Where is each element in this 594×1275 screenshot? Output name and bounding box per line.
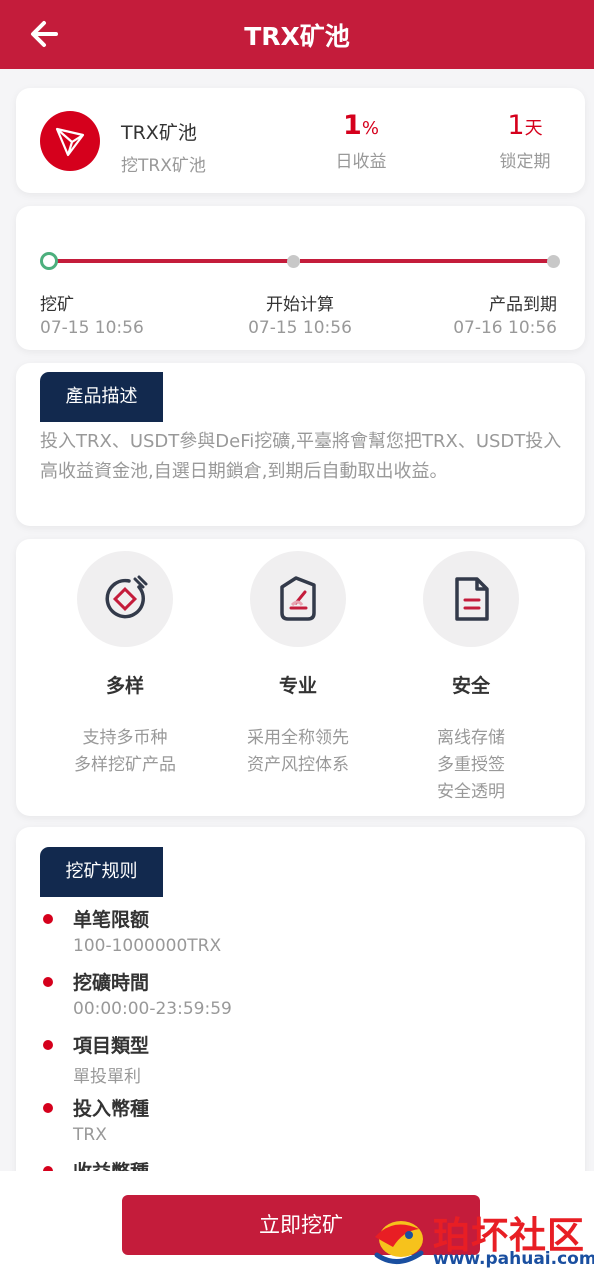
timeline-segment-1 [56,259,290,263]
rule-value: 100-1000000TRX [73,936,222,956]
features-card: 多样 支持多币种 多样挖矿产品 专业 采用全称领先 资产风控体系 安全 离线存储… [16,539,585,816]
bullet-dot-icon [43,977,53,987]
feature-security: 安全 离线存储 多重授签 安全透明 [391,551,551,806]
timeline-calc-time: 07-15 10:56 [248,318,352,338]
rule-title: 单笔限额 [73,909,150,931]
feature-security-title: 安全 [451,675,490,697]
daily-rate-stat: 1% 日收益 [301,110,421,172]
feature-security-line-1: 离线存储 [437,728,505,748]
description-text: 投入TRX、USDT參與DeFi挖礦,平臺將會幫您把TRX、USDT投入高收益資… [40,431,562,482]
timeline-segment-2 [300,259,550,263]
timeline-expire-dot [547,255,560,268]
site-watermark: 珀坏社区 www.pahuai.com [363,1205,594,1273]
mining-rules-card: 挖矿规则 单笔限额 100-1000000TRX 挖礦時間 00:00:00-2… [16,827,585,1197]
description-tag: 產品描述 [40,372,163,422]
timeline-calc-label: 开始计算 [266,295,334,315]
pool-subtitle: 挖TRX矿池 [121,156,206,176]
feature-professional-line-2: 资产风控体系 [247,755,349,775]
rules-tag: 挖矿规则 [40,847,163,897]
rule-title: 項目類型 [73,1035,150,1057]
feature-professional-desc: 采用全称领先 资产风控体系 [218,725,378,779]
timeline-expire-time: 07-16 10:56 [453,318,557,338]
daily-rate-unit: % [361,118,379,139]
timeline-start-time: 07-15 10:56 [40,318,144,338]
shield-icon [250,551,346,647]
feature-security-line-3: 安全透明 [437,782,505,802]
feature-professional-title: 专业 [278,675,317,697]
rule-value: TRX [73,1125,107,1145]
rule-title: 挖礦時間 [73,972,150,994]
document-icon [423,551,519,647]
feature-variety-desc: 支持多币种 多样挖矿产品 [45,725,205,779]
product-description-card: 產品描述 投入TRX、USDT參與DeFi挖礦,平臺將會幫您把TRX、USDT投… [16,363,585,526]
feature-variety-line-2: 多样挖矿产品 [74,755,176,775]
feature-professional: 专业 采用全称领先 资产风控体系 [218,551,378,779]
timeline-start-dot [40,252,58,270]
lock-period-label: 锁定期 [499,152,551,172]
feature-security-desc: 离线存储 多重授签 安全透明 [391,725,551,806]
feature-variety-line-1: 支持多币种 [82,728,168,748]
app-header: TRX矿池 [0,0,594,69]
rule-value: 00:00:00-23:59:59 [73,999,232,1019]
lock-period-value: 1 [507,110,525,141]
tron-logo-icon [40,111,100,171]
daily-rate-label: 日收益 [335,152,387,172]
bullet-dot-icon [43,1040,53,1050]
feature-variety-title: 多样 [105,675,144,697]
feature-professional-line-1: 采用全称领先 [247,728,349,748]
feature-variety: 多样 支持多币种 多样挖矿产品 [45,551,205,779]
timeline-calc-dot [287,255,300,268]
rule-title: 投入幣種 [73,1098,150,1120]
timeline-expire-label: 产品到期 [489,295,557,315]
feature-security-line-2: 多重授签 [437,755,505,775]
rule-value: 單投單利 [73,1067,141,1087]
coin-icon [77,551,173,647]
watermark-url: www.pahuai.com [433,1249,594,1269]
daily-rate-value: 1 [343,110,362,141]
mining-timeline-card: 挖矿 07-15 10:56 开始计算 07-15 10:56 产品到期 07-… [16,206,585,350]
lock-period-stat: 1天 锁定期 [465,110,585,172]
bullet-dot-icon [43,914,53,924]
mascot-logo-icon [374,1221,424,1264]
lock-period-unit: 天 [524,118,543,139]
pool-summary-card: TRX矿池 挖TRX矿池 1% 日收益 1天 锁定期 [16,88,585,193]
bullet-dot-icon [43,1103,53,1113]
timeline-start-label: 挖矿 [40,295,74,315]
page-title: TRX矿池 [244,22,350,51]
pool-name: TRX矿池 [121,122,197,144]
